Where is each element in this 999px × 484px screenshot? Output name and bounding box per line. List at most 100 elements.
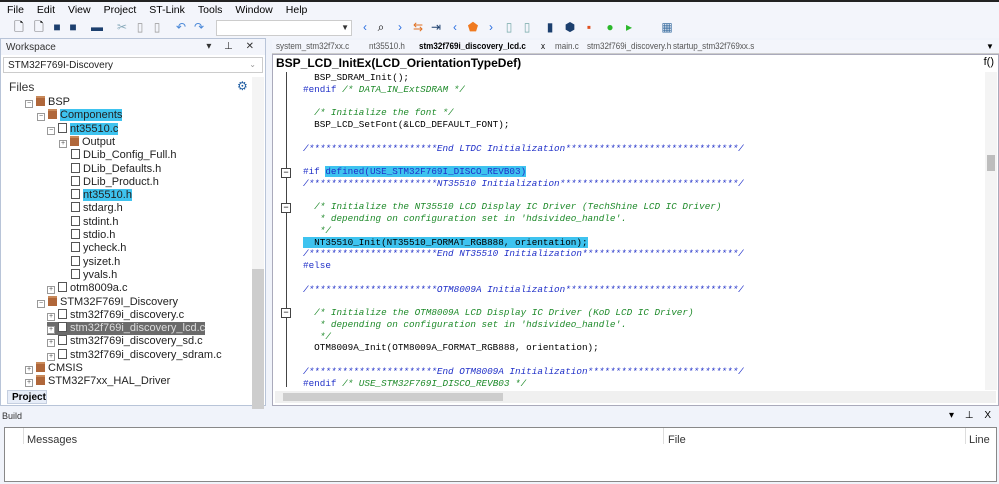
function-list-icon[interactable]: f() — [984, 56, 994, 68]
tree-item[interactable]: yvals.h — [71, 268, 117, 282]
expand-icon[interactable]: + — [47, 326, 55, 335]
fold-toggle-icon[interactable]: − — [281, 203, 291, 213]
collapse-icon[interactable]: − — [37, 299, 45, 308]
code-editor[interactable]: BSP_LCD_InitEx(LCD_OrientationTypeDef) f… — [272, 54, 999, 406]
close-tab-icon[interactable]: x — [541, 41, 545, 52]
download-icon[interactable]: ▮ — [543, 20, 557, 34]
editor-vertical-scrollbar[interactable] — [985, 72, 997, 390]
editor-tab[interactable]: system_stm32f7xx.c — [276, 41, 349, 52]
tree-item[interactable]: + stm32f769i_discovery.c — [47, 308, 184, 322]
forward-icon[interactable]: › — [393, 20, 407, 34]
menu-project[interactable]: Project — [97, 2, 143, 16]
expand-icon[interactable]: + — [59, 139, 67, 148]
column-header-messages[interactable]: Messages — [27, 434, 77, 446]
debug-no-download-icon[interactable]: ▸ — [622, 20, 636, 34]
prev-page-icon[interactable]: ▯ — [502, 20, 516, 34]
paste-icon[interactable]: ▯ — [150, 20, 164, 34]
redo-icon[interactable]: ↷ — [192, 20, 206, 34]
editor-horizontal-scrollbar-thumb[interactable] — [283, 393, 503, 401]
function-navigator[interactable]: BSP_LCD_InitEx(LCD_OrientationTypeDef) — [273, 55, 998, 71]
editor-vertical-scrollbar-thumb[interactable] — [987, 155, 995, 171]
tree-item[interactable]: + Output — [59, 135, 115, 149]
tree-item[interactable]: ysizet.h — [71, 255, 121, 269]
open-file-icon[interactable]: 🗋 — [32, 20, 46, 34]
editor-tab[interactable]: main.c — [555, 41, 579, 52]
expand-icon[interactable]: + — [25, 366, 33, 374]
tree-item[interactable]: − BSP — [25, 96, 70, 109]
goto-icon[interactable]: ⇥ — [429, 20, 443, 34]
tree-item[interactable]: nt35510.h — [71, 189, 132, 202]
expand-icon[interactable]: + — [47, 312, 55, 321]
configuration-select[interactable]: STM32F769I-Discovery ⌄ — [3, 57, 263, 73]
stop-icon[interactable]: ▪ — [582, 20, 596, 34]
menu-window[interactable]: Window — [228, 2, 278, 16]
tree-item[interactable]: + stm32f769i_discovery_lcd.c — [47, 322, 206, 336]
workspace-window-controls[interactable]: ▾ ⊥ ✕ — [206, 41, 259, 52]
cut-icon[interactable]: ✂ — [115, 20, 129, 34]
tree-item[interactable]: DLib_Product.h — [71, 175, 159, 189]
tree-item[interactable]: + STM32F7xx_HAL_Driver — [25, 375, 170, 388]
next-page-icon[interactable]: ▯ — [520, 20, 534, 34]
collapse-icon[interactable]: − — [47, 126, 55, 135]
menu-tools[interactable]: Tools — [191, 2, 229, 16]
tree-item[interactable]: DLib_Defaults.h — [71, 162, 161, 176]
editor-tab[interactable]: stm32f769i_discovery_lcd.c — [419, 41, 526, 52]
tree-item-label: ysizet.h — [83, 255, 121, 268]
expand-icon[interactable]: + — [25, 379, 33, 388]
tree-item[interactable]: − nt35510.c — [47, 122, 119, 136]
toggle-bookmark-icon[interactable]: ⇆ — [411, 20, 425, 34]
editor-tab[interactable]: startup_stm32f769xx.s — [673, 41, 754, 52]
menu-st-link[interactable]: ST-Link — [142, 2, 191, 16]
build-messages-table: Messages File Line — [4, 427, 997, 482]
file-icon — [58, 308, 67, 319]
run-icon[interactable]: ● — [603, 20, 617, 34]
tree-item[interactable]: ycheck.h — [71, 242, 126, 255]
fold-toggle-icon[interactable]: − — [281, 308, 291, 318]
file-tree: − BSP − Components − nt35510.c + Output DLib_Con… — [3, 76, 249, 426]
tree-item[interactable]: + otm8009a.c — [47, 282, 127, 295]
tree-item[interactable]: + CMSIS — [25, 362, 83, 375]
prev-bookmark-icon[interactable]: ‹ — [448, 20, 462, 34]
print-icon[interactable]: ▬ — [90, 20, 104, 34]
tab-project[interactable]: Project — [7, 390, 47, 404]
file-icon — [58, 122, 67, 133]
column-header-file[interactable]: File — [668, 434, 686, 446]
fold-toggle-icon[interactable]: − — [281, 168, 291, 178]
tree-item[interactable]: − STM32F769I_Discovery — [37, 295, 178, 309]
tree-item[interactable]: + stm32f769i_discovery_sdram.c — [47, 348, 222, 362]
collapse-icon[interactable]: − — [37, 113, 45, 122]
tree-item[interactable]: + stm32f769i_discovery_sd.c — [47, 335, 203, 348]
menu-view[interactable]: View — [61, 2, 97, 16]
search-icon[interactable]: ⌕ — [374, 20, 388, 34]
tree-item[interactable]: stdarg.h — [71, 202, 123, 215]
tab-list-dropdown-icon[interactable]: ▼ — [986, 42, 994, 51]
copy-icon[interactable]: ▯ — [133, 20, 147, 34]
back-icon[interactable]: ‹ — [358, 20, 372, 34]
collapse-icon[interactable]: − — [25, 100, 33, 108]
tree-scrollbar-thumb[interactable] — [252, 269, 264, 409]
download-debug-icon[interactable]: ⬢ — [563, 20, 577, 34]
breakpoint-icon[interactable]: ⬟ — [466, 20, 480, 34]
menu-file[interactable]: File — [0, 2, 30, 16]
expand-icon[interactable]: + — [47, 286, 55, 295]
new-file-icon[interactable]: 🗋 — [12, 20, 26, 34]
build-window-controls[interactable]: ▾ ⊥ X — [949, 410, 995, 421]
tree-item[interactable]: DLib_Config_Full.h — [71, 149, 177, 162]
st-link-icon[interactable]: ▦ — [660, 20, 674, 34]
save-all-icon[interactable]: ■ — [66, 20, 80, 34]
tree-item[interactable]: stdio.h — [71, 229, 115, 242]
menu-help[interactable]: Help — [279, 2, 314, 16]
search-combo[interactable]: ▼ — [216, 20, 352, 36]
undo-icon[interactable]: ↶ — [174, 20, 188, 34]
menu-edit[interactable]: Edit — [30, 2, 61, 16]
tree-item[interactable]: − Components — [37, 109, 123, 122]
expand-icon[interactable]: + — [47, 339, 55, 348]
save-icon[interactable]: ■ — [50, 20, 64, 34]
next-bookmark-icon[interactable]: › — [484, 20, 498, 34]
editor-tab[interactable]: nt35510.h — [369, 41, 405, 52]
expand-icon[interactable]: + — [47, 352, 55, 361]
editor-tab[interactable]: stm32f769i_discovery.h — [587, 41, 671, 52]
column-header-line[interactable]: Line — [969, 434, 990, 446]
tree-item[interactable]: stdint.h — [71, 215, 118, 229]
